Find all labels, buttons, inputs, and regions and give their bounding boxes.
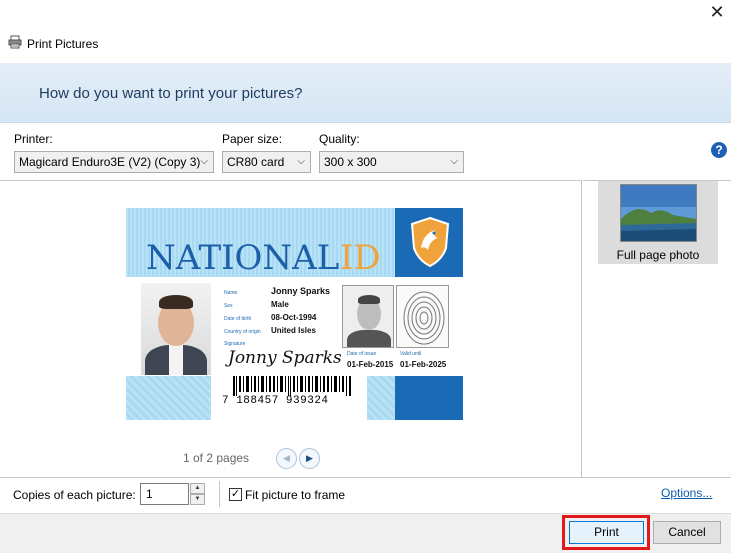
card-dob-label: Date of birth	[224, 316, 252, 322]
close-button[interactable]: ✕	[706, 3, 728, 25]
card-sex-label: Sex	[224, 303, 233, 309]
arrow-up-icon: ▲	[194, 485, 201, 491]
previous-page-button[interactable]: ◀	[276, 448, 297, 469]
copies-label: Copies of each picture:	[13, 488, 136, 502]
card-title-national: NATIONAL	[146, 238, 340, 278]
quality-label: Quality:	[319, 132, 360, 146]
card-signature-label: Signature	[224, 341, 246, 347]
card-footer-stripe	[126, 376, 211, 420]
id-card-preview: NATIONAL ID Name Jonny Sparks Sex Male D…	[126, 208, 463, 420]
chevron-right-icon: ▶	[306, 453, 313, 463]
window-title: Print Pictures	[27, 37, 99, 51]
card-issue-value: 01-Feb-2015	[347, 360, 394, 369]
card-signature: Jonny Sparks	[228, 348, 342, 368]
fit-to-frame-checkbox[interactable]: ✓	[229, 488, 242, 501]
page-title: How do you want to print your pictures?	[39, 85, 303, 102]
card-valid-value: 01-Feb-2025	[400, 360, 447, 369]
arrow-down-icon: ▼	[194, 496, 201, 502]
card-title-id: ID	[340, 238, 381, 278]
copies-increment-button[interactable]: ▲	[190, 483, 205, 494]
barcode-icon	[233, 376, 351, 396]
card-sex-value: Male	[271, 300, 289, 309]
printer-icon	[8, 35, 22, 49]
quality-select[interactable]: 300 x 300 ⌵	[319, 151, 464, 173]
card-issue-label: Date of issue	[347, 351, 377, 357]
printer-select[interactable]: Magicard Enduro3E (V2) (Copy 3) ⌵	[14, 151, 214, 173]
fit-to-frame-label[interactable]: Fit picture to frame	[245, 488, 345, 502]
chevron-down-icon: ⌵	[200, 156, 208, 167]
card-footer-panel	[395, 376, 463, 420]
help-icon[interactable]: ?	[711, 142, 727, 158]
card-name-value: Jonny Sparks	[271, 286, 331, 296]
card-dob-value: 08-Oct-1994	[271, 313, 317, 322]
divider	[219, 481, 220, 507]
chevron-down-icon: ⌵	[297, 156, 305, 167]
cancel-button[interactable]: Cancel	[653, 521, 721, 544]
card-valid-label: Valid until	[400, 351, 422, 357]
copies-input[interactable]: 1	[140, 483, 189, 505]
layout-item-label: Full page photo	[616, 248, 700, 262]
paper-size-select-value: CR80 card	[227, 155, 285, 169]
print-button[interactable]: Print	[569, 521, 644, 544]
card-country-value: United Isles	[271, 326, 316, 335]
printer-select-value: Magicard Enduro3E (V2) (Copy 3)	[19, 155, 201, 169]
card-holder-photo-small	[342, 285, 394, 348]
paper-size-label: Paper size:	[222, 132, 283, 146]
paper-size-select[interactable]: CR80 card ⌵	[222, 151, 311, 173]
card-barcode-number: 7 188457 939324	[222, 395, 329, 407]
printer-label: Printer:	[14, 132, 53, 146]
landscape-photo-thumbnail-icon	[620, 184, 697, 242]
eagle-shield-icon	[410, 216, 450, 268]
options-link[interactable]: Options...	[661, 486, 712, 500]
chevron-left-icon: ◀	[283, 453, 290, 463]
fingerprint-icon	[396, 285, 449, 348]
quality-select-value: 300 x 300	[324, 155, 377, 169]
page-indicator: 1 of 2 pages	[183, 451, 250, 465]
card-holder-photo	[141, 283, 211, 375]
checkmark-icon: ✓	[230, 488, 241, 500]
card-country-label: Country of origin	[224, 329, 261, 335]
card-name-label: Name	[224, 290, 238, 296]
chevron-down-icon: ⌵	[450, 156, 458, 167]
card-footer-stripe	[367, 376, 395, 420]
copies-decrement-button[interactable]: ▼	[190, 494, 205, 505]
next-page-button[interactable]: ▶	[299, 448, 320, 469]
